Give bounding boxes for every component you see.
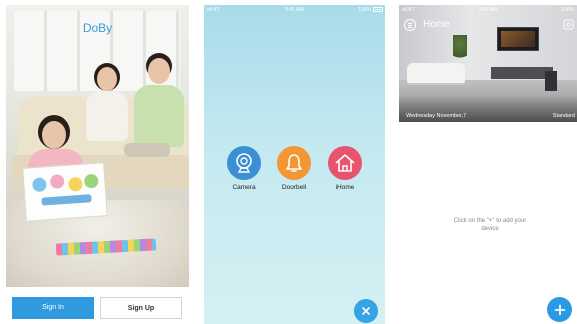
- doorbell-label: Doorbell: [281, 184, 307, 191]
- app-selector-screen: all KT 9:41 AM 100% Camera Doorbell iHom…: [204, 5, 385, 324]
- room-photo: all KT 9:41 AM 100% Home Wednesday Novem…: [399, 5, 577, 122]
- menu-icon[interactable]: [404, 19, 416, 31]
- status-bar: all KT 9:41 AM 100%: [399, 5, 577, 15]
- battery-label: 100%: [358, 7, 371, 13]
- camera-button[interactable]: [227, 146, 261, 180]
- brand-logo: DoBy: [82, 21, 113, 35]
- settings-icon[interactable]: [563, 19, 574, 30]
- close-icon: [362, 307, 370, 315]
- camera-label: Camera: [232, 184, 256, 191]
- sign-up-button[interactable]: Sign Up: [100, 297, 182, 319]
- login-screen: DoBy Sign In Sign Up: [6, 5, 189, 324]
- add-device-button[interactable]: [547, 297, 572, 322]
- home-screen: all KT 9:41 AM 100% Home Wednesday Novem…: [399, 5, 577, 324]
- doorbell-button[interactable]: [277, 146, 311, 180]
- close-button[interactable]: [354, 299, 378, 323]
- plus-icon: [554, 304, 565, 315]
- page-title: Home: [423, 19, 450, 30]
- time-label: 9:41 AM: [478, 7, 498, 13]
- sign-in-button[interactable]: Sign In: [12, 297, 94, 319]
- ihome-button[interactable]: [328, 146, 362, 180]
- battery-icon: [373, 7, 383, 12]
- family-photo: DoBy: [6, 5, 189, 287]
- empty-state-message: Click on the "+" to add your device: [453, 218, 527, 232]
- bell-icon: [286, 154, 302, 172]
- house-icon: [335, 154, 355, 172]
- date-label: Wednesday November,7: [406, 113, 467, 119]
- ihome-label: iHome: [335, 184, 355, 191]
- camera-icon: [236, 153, 252, 173]
- mode-label[interactable]: Standard: [553, 113, 575, 119]
- battery-label: 100%: [561, 7, 574, 13]
- status-bar: all KT 9:41 AM 100%: [204, 5, 385, 15]
